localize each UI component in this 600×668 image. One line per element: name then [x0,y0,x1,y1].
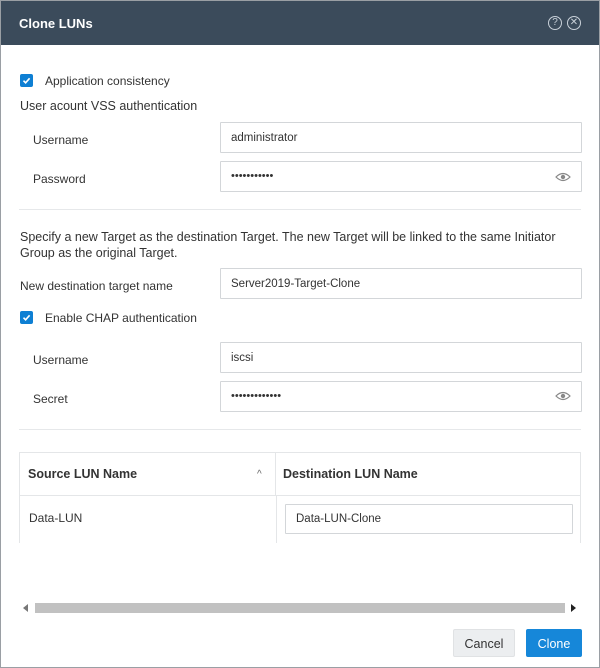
header-divider [20,495,580,496]
clone-luns-dialog: Clone LUNs ? ✕ Application consistency U… [0,0,600,668]
scroll-left-icon[interactable] [23,604,28,612]
column-header-destination[interactable]: Destination LUN Name [276,453,580,495]
sort-asc-icon[interactable]: ^ [257,469,262,480]
lun-table: Source LUN Name ^ Destination LUN Name D… [19,452,581,543]
dialog-titlebar: Clone LUNs ? ✕ [1,1,599,45]
help-icon[interactable]: ? [548,16,562,30]
chap-secret-label: Secret [33,392,68,406]
chap-label: Enable CHAP authentication [45,311,197,325]
vss-username-input[interactable] [220,122,582,153]
vss-password-label: Password [33,172,86,186]
source-lun-cell: Data-LUN [29,511,83,525]
vss-heading: User acount VSS authentication [20,99,198,113]
section-divider [19,209,581,210]
eye-icon[interactable] [555,172,571,182]
close-icon[interactable]: ✕ [567,16,581,30]
chap-username-label: Username [33,353,89,367]
destination-lun-input[interactable] [285,504,573,534]
target-name-label: New destination target name [20,279,173,293]
target-description: Specify a new Target as the destination … [20,230,556,260]
chap-checkbox[interactable] [20,311,33,324]
clone-button[interactable]: Clone [526,629,582,657]
check-icon [22,77,31,84]
app-consistency-checkbox[interactable] [20,74,33,87]
horizontal-scrollbar[interactable] [19,601,581,615]
section-divider [19,429,581,430]
vss-password-input[interactable]: ••••••••••• [220,161,582,192]
column-divider [276,495,277,543]
chap-username-input[interactable] [220,342,582,373]
target-name-input[interactable] [220,268,582,299]
app-consistency-label: Application consistency [45,74,170,88]
dialog-title: Clone LUNs [19,16,93,31]
column-header-source[interactable]: Source LUN Name [20,453,276,495]
scroll-right-icon[interactable] [571,604,576,612]
eye-icon[interactable] [555,391,571,401]
chap-secret-input[interactable]: ••••••••••••• [220,381,582,412]
check-icon [22,314,31,321]
scrollbar-thumb[interactable] [35,603,565,613]
cancel-button[interactable]: Cancel [453,629,515,657]
vss-username-label: Username [33,133,89,147]
